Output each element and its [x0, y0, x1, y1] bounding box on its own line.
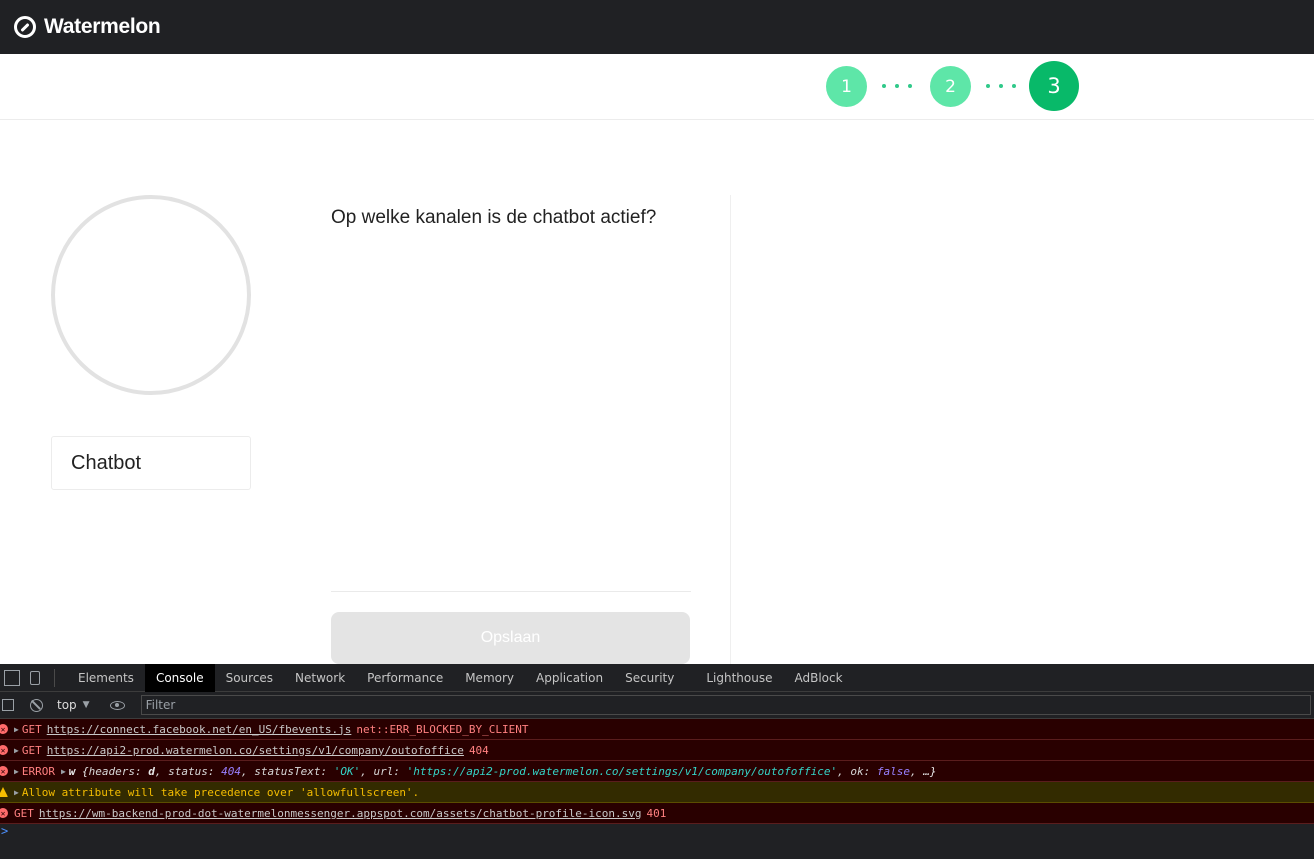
form-divider	[331, 591, 691, 592]
tab-adblock[interactable]: AdBlock	[784, 664, 854, 692]
question-text: Op welke kanalen is de chatbot actief?	[331, 207, 657, 228]
save-button[interactable]: Opslaan	[331, 612, 690, 664]
tab-performance[interactable]: Performance	[356, 664, 454, 692]
tab-elements[interactable]: Elements	[67, 664, 145, 692]
log-url[interactable]: https://api2-prod.watermelon.co/settings…	[47, 744, 464, 757]
warning-icon	[0, 787, 8, 797]
context-selector[interactable]: top ▼	[57, 698, 90, 712]
chatbot-name-field[interactable]: Chatbot	[51, 436, 251, 490]
log-url[interactable]: https://connect.facebook.net/en_US/fbeve…	[47, 723, 352, 736]
watermelon-logo-icon[interactable]	[14, 16, 36, 38]
console-log: ✕ ▶ GET https://connect.facebook.net/en_…	[0, 719, 1314, 842]
tab-lighthouse[interactable]: Lighthouse	[695, 664, 783, 692]
console-prompt[interactable]: >	[0, 824, 1314, 842]
tab-network[interactable]: Network	[284, 664, 356, 692]
context-label: top	[57, 698, 77, 712]
inspect-element-icon[interactable]	[4, 669, 20, 686]
console-message[interactable]: ✕ GET https://wm-backend-prod-dot-waterm…	[0, 803, 1314, 824]
console-warning[interactable]: ▶ Allow attribute will take precedence o…	[0, 782, 1314, 803]
tab-security[interactable]: Security	[614, 664, 685, 692]
avatar-placeholder[interactable]	[51, 195, 251, 395]
console-message[interactable]: ✕ ▶ ERROR ▶ w {headers: d, status: 404, …	[0, 761, 1314, 782]
console-filter-input[interactable]: Filter	[140, 695, 1311, 715]
device-toolbar-icon[interactable]	[30, 670, 40, 685]
error-icon: ✕	[0, 724, 8, 734]
step-1[interactable]: 1	[826, 66, 867, 107]
devtools-tabbar: Elements Console Sources Network Perform…	[0, 663, 1314, 692]
column-divider	[730, 195, 731, 665]
console-toolbar: top ▼ Filter	[0, 692, 1314, 719]
chevron-down-icon: ▼	[82, 700, 90, 710]
error-icon: ✕	[0, 745, 8, 755]
app-header: Watermelon	[0, 0, 1314, 54]
step-3[interactable]: 3	[1029, 61, 1079, 111]
sidebar-toggle-icon[interactable]	[2, 699, 14, 711]
clear-console-icon[interactable]	[30, 698, 43, 712]
tab-sources[interactable]: Sources	[215, 664, 284, 692]
expand-icon[interactable]: ▶	[14, 725, 19, 734]
step-2[interactable]: 2	[930, 66, 971, 107]
step-connector	[986, 84, 1016, 88]
tab-application[interactable]: Application	[525, 664, 614, 692]
console-message[interactable]: ✕ ▶ GET https://connect.facebook.net/en_…	[0, 719, 1314, 740]
expand-icon[interactable]: ▶	[14, 788, 19, 797]
tab-memory[interactable]: Memory	[454, 664, 525, 692]
live-expression-eye-icon[interactable]	[109, 700, 125, 710]
devtools-panel: Elements Console Sources Network Perform…	[0, 663, 1314, 859]
console-message[interactable]: ✕ ▶ GET https://api2-prod.watermelon.co/…	[0, 740, 1314, 761]
log-url[interactable]: https://wm-backend-prod-dot-watermelonme…	[39, 807, 642, 820]
expand-icon[interactable]: ▶	[14, 767, 19, 776]
stepper: 1 2 3	[0, 54, 1314, 120]
expand-icon[interactable]: ▶	[14, 746, 19, 755]
tab-console[interactable]: Console	[144, 663, 215, 692]
brand-name[interactable]: Watermelon	[44, 15, 161, 39]
step-connector	[882, 84, 912, 88]
error-icon: ✕	[0, 808, 8, 818]
error-icon: ✕	[0, 766, 8, 776]
expand-object-icon[interactable]: ▶	[61, 767, 66, 776]
